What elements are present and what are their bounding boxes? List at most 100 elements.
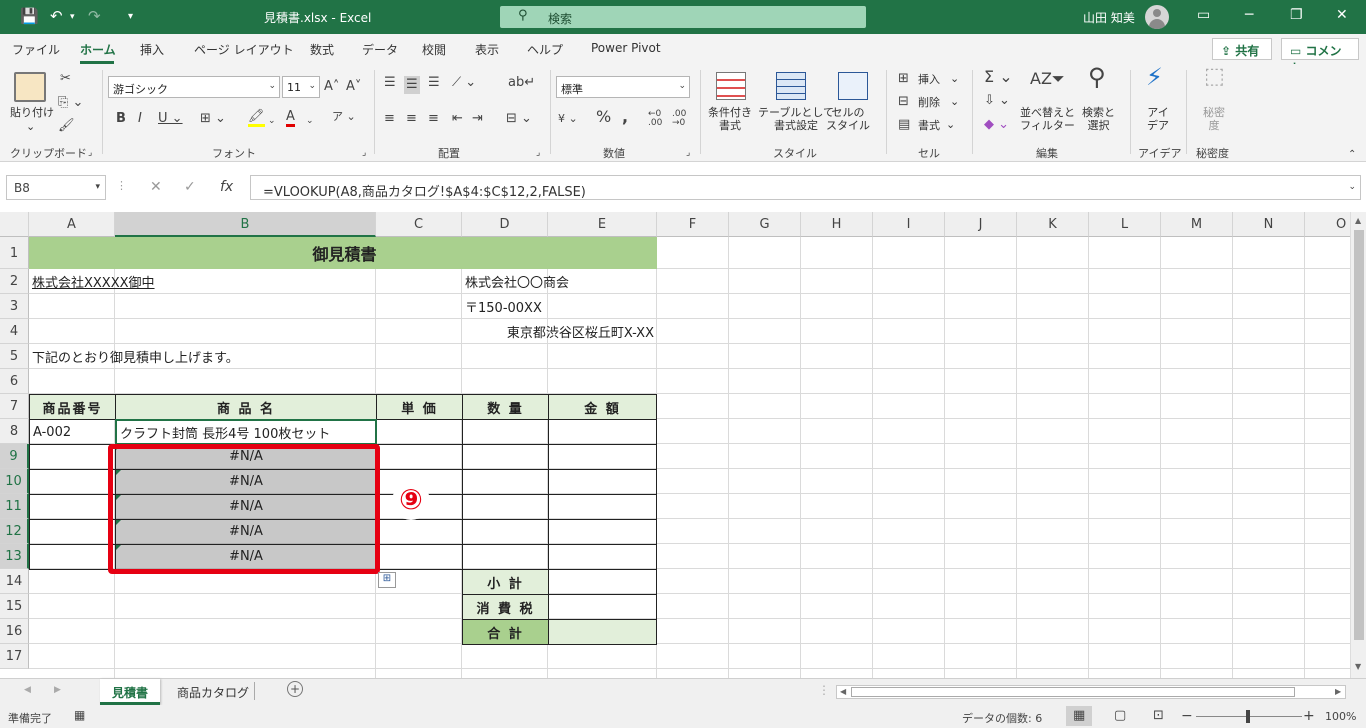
cell-a2[interactable]: 株式会社XXXXX御中 (29, 269, 229, 294)
align-bottom-icon[interactable]: ☰ (428, 76, 440, 90)
row-header-16[interactable]: 16 (0, 619, 29, 644)
merge-center-icon[interactable]: ⊟ ⌄ (506, 112, 532, 126)
comment-button[interactable]: ▭ コメント (1281, 38, 1359, 75)
font-size-select[interactable]: 11 ⌄ (282, 76, 320, 98)
hscroll-thumb[interactable] (851, 687, 1295, 697)
align-middle-icon[interactable]: ☰ (404, 76, 420, 94)
row-header-1[interactable]: 1 (0, 237, 29, 269)
row-header-11[interactable]: 11 (0, 494, 29, 519)
column-header-i[interactable]: I (873, 212, 945, 237)
alignment-launcher-icon[interactable]: ⌟ (536, 147, 540, 160)
cell-d2[interactable]: 株式会社〇〇商会 (462, 269, 657, 294)
row-header-4[interactable]: 4 (0, 319, 29, 344)
sheet-tab-catalog[interactable]: 商品カタログ (165, 679, 261, 705)
autosum-icon[interactable]: Σ ⌄ (984, 69, 1013, 85)
phonetic-icon[interactable]: ア ⌄ (332, 110, 356, 124)
column-header-a[interactable]: A (29, 212, 115, 237)
macro-record-icon[interactable]: ▦ (74, 708, 85, 722)
accounting-format-icon[interactable]: ¥ ⌄ (558, 112, 578, 126)
scroll-down-icon[interactable]: ▼ (1355, 662, 1361, 671)
fill-icon[interactable]: ⇩ ⌄ (984, 94, 1010, 108)
cell-tax-value[interactable] (548, 594, 657, 620)
row-header-2[interactable]: 2 (0, 269, 29, 294)
align-top-icon[interactable]: ☰ (384, 76, 396, 90)
zoom-slider-thumb[interactable] (1246, 710, 1250, 723)
scroll-left-icon[interactable]: ◀ (840, 687, 846, 696)
underline-icon[interactable]: U ⌄ (158, 112, 183, 126)
share-button[interactable]: ⇪ 共有 (1212, 38, 1272, 60)
scrollbar-thumb[interactable] (1354, 230, 1364, 640)
cut-icon[interactable]: ✂ (60, 72, 71, 86)
row-header-14[interactable]: 14 (0, 569, 29, 594)
avatar[interactable] (1145, 5, 1169, 29)
page-break-view-icon[interactable]: ⊡ (1153, 708, 1164, 723)
collapse-ribbon-icon[interactable]: ⌃ (1348, 148, 1356, 162)
insert-cells-button[interactable]: 挿入 (918, 73, 940, 86)
number-launcher-icon[interactable]: ⌟ (686, 147, 690, 160)
minimize-icon[interactable]: ─ (1245, 7, 1253, 23)
restore-icon[interactable]: ❐ (1290, 7, 1303, 23)
column-header-c[interactable]: C (376, 212, 462, 237)
clear-icon[interactable]: ◆ ⌄ (984, 118, 1009, 132)
row-header-7[interactable]: 7 (0, 394, 29, 419)
format-as-table-icon[interactable] (776, 72, 806, 100)
undo-icon[interactable]: ↶ (50, 7, 63, 25)
horizontal-scrollbar[interactable]: ◀ ▶ (836, 685, 1346, 699)
row-header-12[interactable]: 12 (0, 519, 29, 544)
align-center-icon[interactable]: ≡ (406, 112, 417, 126)
header-item-no[interactable]: 商品番号 (29, 394, 116, 420)
column-header-j[interactable]: J (945, 212, 1017, 237)
font-color-icon[interactable]: A (286, 110, 295, 127)
chevron-down-icon[interactable]: ⌄ (950, 95, 959, 108)
cell-a5[interactable]: 下記のとおり御見積申し上げます。 (29, 344, 329, 369)
chevron-down-icon[interactable]: ⌄ (950, 72, 959, 85)
close-icon[interactable]: ✕ (1336, 7, 1348, 23)
page-layout-view-icon[interactable]: ▢ (1114, 708, 1126, 723)
find-select-icon[interactable]: ⚲ (1088, 65, 1106, 89)
cell-subtotal-value[interactable] (548, 569, 657, 595)
increase-font-icon[interactable]: A˄ (324, 80, 339, 94)
ribbon-display-options-icon[interactable]: ▭ (1197, 7, 1210, 23)
tab-scroll-left-icon[interactable]: ◀ (24, 685, 31, 695)
zoom-in-icon[interactable]: + (1303, 708, 1315, 724)
tab-insert[interactable]: 挿入 (140, 41, 164, 58)
format-as-table-button[interactable]: テーブルとして 書式設定 (758, 106, 834, 132)
customize-qat-icon[interactable]: ▾ (128, 11, 133, 22)
cell-b8[interactable]: クラフト封筒 長形4号 100枚セット (115, 419, 377, 445)
cell-title[interactable]: 御見積書 (29, 237, 657, 269)
formula-input[interactable]: =VLOOKUP(A8,商品カタログ!$A$4:$C$12,2,FALSE) ⌄ (250, 175, 1361, 200)
cell-tax-label[interactable]: 消 費 税 (462, 594, 549, 620)
header-unit-price[interactable]: 単 価 (376, 394, 463, 420)
decrease-decimal-icon[interactable]: .00 →0 (672, 110, 686, 128)
cell-subtotal-label[interactable]: 小 計 (462, 569, 549, 595)
column-header-b[interactable]: B (115, 212, 376, 237)
wrap-text-icon[interactable]: ab↵ (508, 76, 535, 90)
sort-filter-icon[interactable]: AZ⏷ (1030, 71, 1065, 87)
column-header-f[interactable]: F (657, 212, 729, 237)
column-header-d[interactable]: D (462, 212, 548, 237)
italic-icon[interactable]: I (138, 112, 142, 126)
cell-total-label[interactable]: 合 計 (462, 619, 549, 645)
paste-dropdown-icon[interactable]: ⌄ (26, 120, 35, 133)
row-header-10[interactable]: 10 (0, 469, 29, 494)
clipboard-launcher-icon[interactable]: ⌟ (88, 147, 92, 160)
tab-formulas[interactable]: 数式 (310, 41, 334, 58)
conditional-formatting-button[interactable]: 条件付き 書式 (708, 106, 752, 132)
row-header-6[interactable]: 6 (0, 369, 29, 394)
row-header-15[interactable]: 15 (0, 594, 29, 619)
redo-icon[interactable]: ↷ (88, 7, 101, 25)
vertical-scrollbar[interactable]: ▲ ▼ (1350, 212, 1366, 678)
column-header-l[interactable]: L (1089, 212, 1161, 237)
decrease-indent-icon[interactable]: ⇤ (452, 112, 463, 126)
save-icon[interactable]: 💾 (20, 7, 39, 25)
chevron-down-icon[interactable]: ⌄ (946, 118, 955, 131)
ideas-icon[interactable]: ⚡ (1146, 65, 1163, 89)
normal-view-icon[interactable]: ▦ (1066, 706, 1092, 726)
enter-icon[interactable]: ✓ (184, 179, 196, 195)
number-format-select[interactable]: 標準 ⌄ (556, 76, 690, 98)
increase-indent-icon[interactable]: ⇥ (472, 112, 483, 126)
cancel-icon[interactable]: ✕ (150, 179, 162, 195)
row-header-3[interactable]: 3 (0, 294, 29, 319)
tab-review[interactable]: 校閲 (422, 41, 446, 58)
paste-label[interactable]: 貼り付け (10, 106, 54, 119)
